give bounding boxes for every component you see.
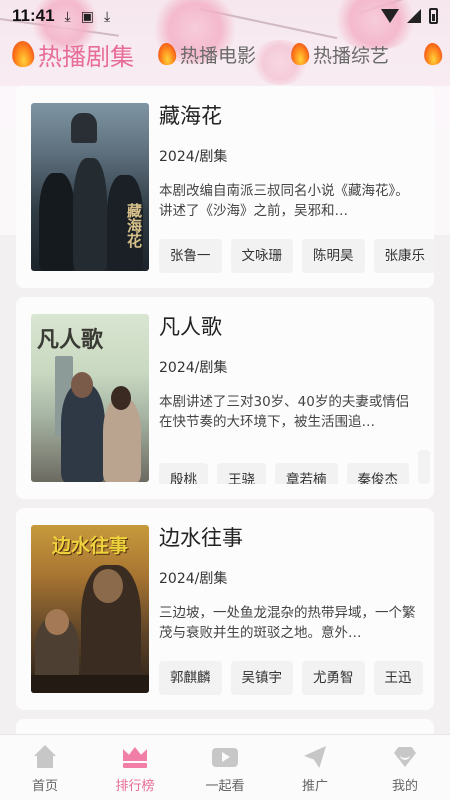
tab-more[interactable] [422, 34, 444, 74]
cast-chip[interactable]: 郭麒麟 [159, 661, 222, 695]
cast-chip[interactable]: 章若楠 [275, 463, 338, 484]
cast-chip[interactable]: 王迅 [373, 661, 423, 695]
card-title: 藏海花 [159, 104, 222, 128]
cast-list: 张鲁一 文咏珊 陈明昊 张康乐 [159, 239, 434, 273]
fire-icon [10, 39, 36, 69]
nav-ranking[interactable]: 排行榜 [90, 735, 180, 800]
battery-icon [429, 8, 438, 24]
cast-list: 殷桃 王骁 章若楠 秦俊杰 [159, 450, 434, 484]
nav-mine[interactable]: 我的 [360, 735, 450, 800]
signal-icon [407, 9, 421, 23]
nav-promote[interactable]: 推广 [270, 735, 360, 800]
cast-chip[interactable]: 王骁 [217, 463, 266, 484]
cast-chip[interactable]: 殷桃 [159, 463, 208, 484]
card-description: 三边坡，一处鱼龙混杂的热带异域，一个繁茂与衰败并生的斑驳之地。意外… [159, 605, 416, 641]
cast-chip[interactable]: 陈明昊 [302, 239, 365, 273]
poster-image[interactable]: 藏海花 [31, 103, 149, 271]
poster-title: 藏海花 [125, 203, 143, 248]
nav-label: 推广 [301, 779, 328, 794]
wifi-icon [381, 9, 399, 23]
cast-chip[interactable]: 张康乐 [373, 239, 434, 273]
poster-title: 边水往事 [51, 535, 128, 557]
poster-image[interactable]: 凡人歌 [31, 314, 149, 482]
status-time: 11:41 [12, 6, 55, 25]
nav-label: 首页 [31, 779, 58, 794]
tab-label: 热播剧集 [38, 42, 134, 71]
fire-icon [289, 42, 311, 66]
card-meta: 2024/剧集 [159, 571, 228, 587]
fire-icon [156, 42, 178, 66]
paper-plane-icon [302, 745, 328, 769]
list-item[interactable]: 凡人歌 凡人歌 2024/剧集 本剧讲述了三对30岁、40岁的夫妻或情侣在快节奏… [16, 297, 434, 499]
poster-title: 凡人歌 [37, 327, 104, 353]
cast-list: 郭麒麟 吴镇宇 尤勇智 王迅 [159, 661, 434, 695]
cast-chip-overflow [418, 450, 430, 484]
tab-hot-series[interactable]: 热播剧集 [10, 34, 134, 74]
tab-label: 热播电影 [180, 44, 257, 67]
card-title: 凡人歌 [159, 315, 222, 339]
status-bar: 11:41 ⤓ ▣ ⤓ [0, 0, 450, 32]
app-notification-icon: ▣ [80, 7, 94, 24]
card-meta: 2024/剧集 [159, 149, 228, 165]
cast-chip[interactable]: 尤勇智 [302, 661, 365, 695]
card-meta: 2024/剧集 [159, 360, 228, 376]
play-icon [212, 745, 238, 769]
list-item[interactable]: 藏海花 藏海花 2024/剧集 本剧改编自南派三叔同名小说《藏海花》。讲述了《沙… [16, 86, 434, 288]
fire-icon [422, 42, 444, 66]
tab-hot-movies[interactable]: 热播电影 [156, 34, 257, 74]
category-tabs: 热播剧集 热播电影 热播综艺 [0, 34, 450, 74]
tab-label: 热播综艺 [313, 44, 390, 67]
cast-chip[interactable]: 张鲁一 [159, 239, 222, 273]
poster-image[interactable]: 边水往事 [31, 525, 149, 693]
cast-chip[interactable]: 秦俊杰 [346, 463, 409, 484]
card-description: 本剧改编自南派三叔同名小说《藏海花》。讲述了《沙海》之前，吴邪和… [159, 183, 409, 219]
nav-home[interactable]: 首页 [0, 735, 90, 800]
nav-label: 一起看 [205, 779, 245, 794]
download-icon: ⤓ [64, 7, 71, 24]
tab-hot-variety[interactable]: 热播综艺 [289, 34, 390, 74]
card-description: 本剧讲述了三对30岁、40岁的夫妻或情侣在快节奏的大环境下，被生活围追… [159, 394, 410, 430]
cast-chip[interactable]: 文咏珊 [230, 239, 293, 273]
card-title: 边水往事 [159, 526, 243, 550]
nav-label: 排行榜 [115, 779, 155, 794]
cast-chip[interactable]: 吴镇宇 [230, 661, 293, 695]
list-item[interactable]: 边水往事 边水往事 2024/剧集 三边坡，一处鱼龙混杂的热带异域，一个繁茂与衰… [16, 508, 434, 710]
home-icon [32, 745, 58, 769]
nav-label: 我的 [391, 779, 418, 794]
download-icon: ⤓ [103, 7, 111, 24]
nav-watch-together[interactable]: 一起看 [180, 735, 270, 800]
bottom-navigation: 首页 排行榜 一起看 推广 我的 [0, 734, 450, 800]
diamond-icon [392, 745, 418, 769]
crown-icon [122, 745, 148, 769]
